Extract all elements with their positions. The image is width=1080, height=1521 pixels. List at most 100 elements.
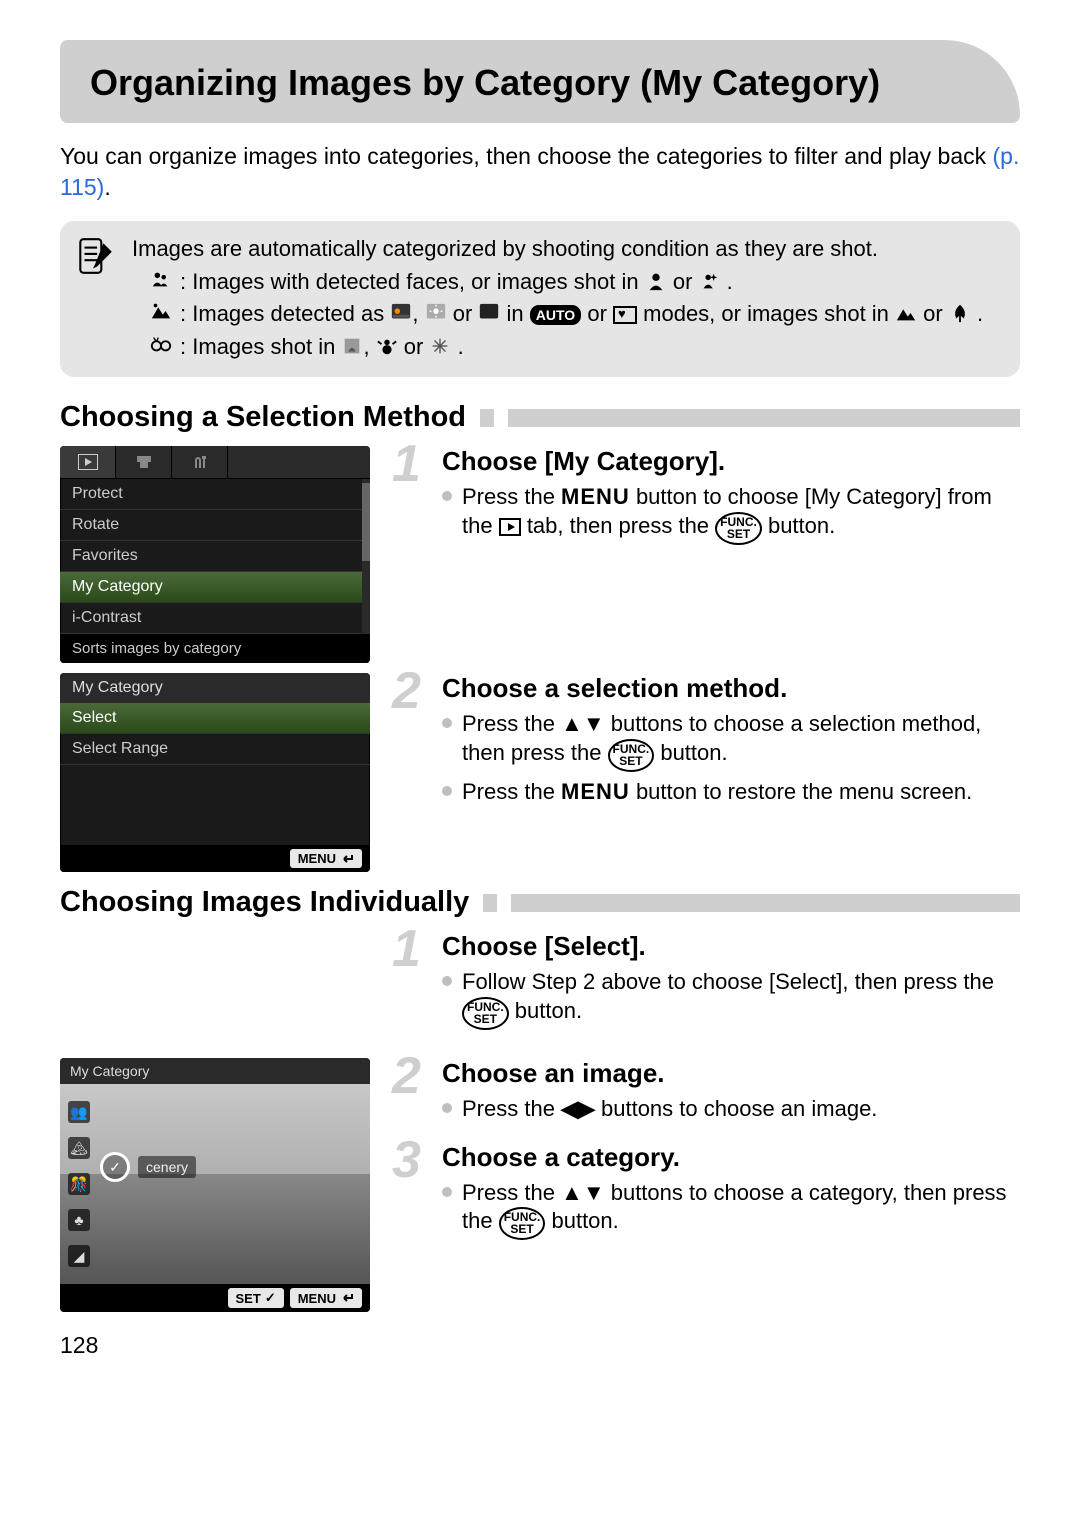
fireworks-mode-icon <box>429 334 451 359</box>
step-bullet: Press the MENU button to choose [My Cate… <box>442 483 1020 545</box>
bullet-text: Press the MENU button to restore the men… <box>462 778 972 807</box>
category-icon-column: 👥 🏔 🎊 ♣ ◢ <box>64 1094 94 1274</box>
camera-image-screenshot: My Category 👥 🏔 🎊 ♣ ◢ ✓ cenery SET ✓ MEN… <box>60 1058 370 1312</box>
submenu-item-select-range: Select Range <box>60 734 370 765</box>
menu-item-protect: Protect <box>60 479 370 510</box>
bullet-icon <box>442 491 452 501</box>
bullet-text: Follow Step 2 above to choose [Select], … <box>462 968 1020 1030</box>
note-item-scenery: : Images detected as , or in AUTO or mod… <box>132 300 1000 329</box>
image-preview: 👥 🏔 🎊 ♣ ◢ ✓ cenery <box>60 1084 370 1284</box>
step-title: Choose an image. <box>442 1058 1020 1089</box>
step-number: 1 <box>392 434 421 494</box>
submenu-footer: MENU <box>60 845 370 872</box>
note-category-list: : Images with detected faces, or images … <box>132 268 1000 362</box>
night-portrait-icon <box>699 269 721 294</box>
heading-rule <box>483 894 497 912</box>
step-1-row: Protect Rotate Favorites My Category i-C… <box>60 446 1020 663</box>
moon-icon <box>478 301 500 326</box>
check-mark-icon: ✓ <box>100 1152 130 1182</box>
foliage-mode-icon <box>949 301 971 326</box>
left-right-buttons-icon: ◀▶ <box>561 1095 595 1124</box>
step-number: 3 <box>392 1130 421 1190</box>
menu-back-badge: MENU <box>290 849 362 868</box>
step-block: 2 Choose an image. Press the ◀▶ buttons … <box>398 1058 1020 1124</box>
section-title: Choosing a Selection Method <box>60 401 466 434</box>
section-header: Organizing Images by Category (My Catego… <box>60 40 1020 123</box>
menu-scrollbar <box>362 479 370 634</box>
portrait-mode-icon <box>645 269 667 294</box>
menu-status-text: Sorts images by category <box>60 634 370 663</box>
func-set-button-icon: FUNC.SET <box>715 512 762 545</box>
step-2-row: My Category Select Select Range MENU 2 C… <box>60 673 1020 872</box>
step-block: 2 Choose a selection method. Press the ▲… <box>398 673 1020 806</box>
note-item-events: : Images shot in , or . <box>132 333 1000 362</box>
bullet-text: Press the ◀▶ buttons to choose an image. <box>462 1095 877 1124</box>
note-item-people: : Images with detected faces, or images … <box>132 268 1000 297</box>
people-category-icon: 👥 <box>68 1101 90 1123</box>
section-title: Choosing Images Individually <box>60 886 469 919</box>
category-icon-5: ◢ <box>68 1245 90 1267</box>
heading-rule <box>511 894 1020 912</box>
step-bullet: Press the ◀▶ buttons to choose an image. <box>442 1095 1020 1124</box>
events-category-icon: 🎊 <box>68 1173 90 1195</box>
people-category-icon <box>132 268 172 297</box>
step-title: Choose a category. <box>442 1142 1020 1173</box>
playback-tab-icon <box>499 518 521 536</box>
set-check-badge: SET ✓ <box>228 1288 284 1308</box>
note-body: Images are automatically categorized by … <box>132 235 1000 361</box>
bullet-icon <box>442 1103 452 1113</box>
camera-menu-list: Protect Rotate Favorites My Category i-C… <box>60 479 370 634</box>
step-bullet: Press the ▲▼ buttons to choose a selecti… <box>442 710 1020 772</box>
heading-rule <box>480 409 494 427</box>
heading-rule <box>508 409 1020 427</box>
menu-button-label: MENU <box>561 779 630 804</box>
section2-steps23-row: My Category 👥 🏔 🎊 ♣ ◢ ✓ cenery SET ✓ MEN… <box>60 1058 1020 1312</box>
bullet-text: Press the ▲▼ buttons to choose a selecti… <box>462 710 1020 772</box>
note-item-text: : Images with detected faces, or images … <box>180 268 1000 297</box>
menu-item-rotate: Rotate <box>60 510 370 541</box>
step-block: 1 Choose [Select]. Follow Step 2 above t… <box>398 931 1020 1030</box>
sunset-icon <box>390 301 412 326</box>
func-set-button-icon: FUNC.SET <box>608 739 655 772</box>
note-box: Images are automatically categorized by … <box>60 221 1020 377</box>
step-bullet: Press the ▲▼ buttons to choose a categor… <box>442 1179 1020 1241</box>
bright-icon <box>425 301 447 326</box>
step-1-content: 1 Choose [My Category]. Press the MENU b… <box>398 446 1020 663</box>
scenery-category-icon <box>132 300 172 329</box>
page-title: Organizing Images by Category (My Catego… <box>90 60 980 105</box>
up-down-buttons-icon: ▲▼ <box>561 710 605 739</box>
step-block: 1 Choose [My Category]. Press the MENU b… <box>398 446 1020 545</box>
settings-tab-icon <box>172 446 228 478</box>
print-tab-icon <box>116 446 172 478</box>
section-heading-individual: Choosing Images Individually <box>60 886 1020 919</box>
bullet-text: Press the ▲▼ buttons to choose a categor… <box>462 1179 1020 1241</box>
image-screen-title: My Category <box>60 1058 370 1084</box>
step-number: 2 <box>392 1046 421 1106</box>
step-title: Choose [My Category]. <box>442 446 1020 477</box>
menu-item-icontrast: i-Contrast <box>60 603 370 634</box>
auto-mode-icon: AUTO <box>530 305 581 325</box>
step-title: Choose [Select]. <box>442 931 1020 962</box>
category-icon-4: ♣ <box>68 1209 90 1231</box>
page-number: 128 <box>60 1332 1020 1359</box>
camera-submenu-screenshot: My Category Select Select Range MENU <box>60 673 370 872</box>
section2-step1-row: 1 Choose [Select]. Follow Step 2 above t… <box>60 931 1020 1048</box>
step-number: 2 <box>392 661 421 721</box>
snow-mode-icon <box>376 334 398 359</box>
submenu-title: My Category <box>60 673 370 703</box>
note-lead: Images are automatically categorized by … <box>132 235 1000 264</box>
pencil-note-icon <box>74 235 116 361</box>
image-footer: SET ✓ MENU <box>60 1284 370 1312</box>
step-bullet: Follow Step 2 above to choose [Select], … <box>442 968 1020 1030</box>
kids-pets-icon <box>341 334 363 359</box>
events-category-icon <box>132 333 172 362</box>
menu-button-label: MENU <box>561 484 630 509</box>
category-label: cenery <box>138 1156 196 1178</box>
landscape-mode-icon <box>895 301 917 326</box>
menu-item-favorites: Favorites <box>60 541 370 572</box>
section-heading-selection-method: Choosing a Selection Method <box>60 401 1020 434</box>
bullet-text: Press the MENU button to choose [My Cate… <box>462 483 1020 545</box>
intro-paragraph: You can organize images into categories,… <box>60 141 1020 203</box>
easy-mode-icon <box>613 306 637 324</box>
bullet-icon <box>442 1187 452 1197</box>
